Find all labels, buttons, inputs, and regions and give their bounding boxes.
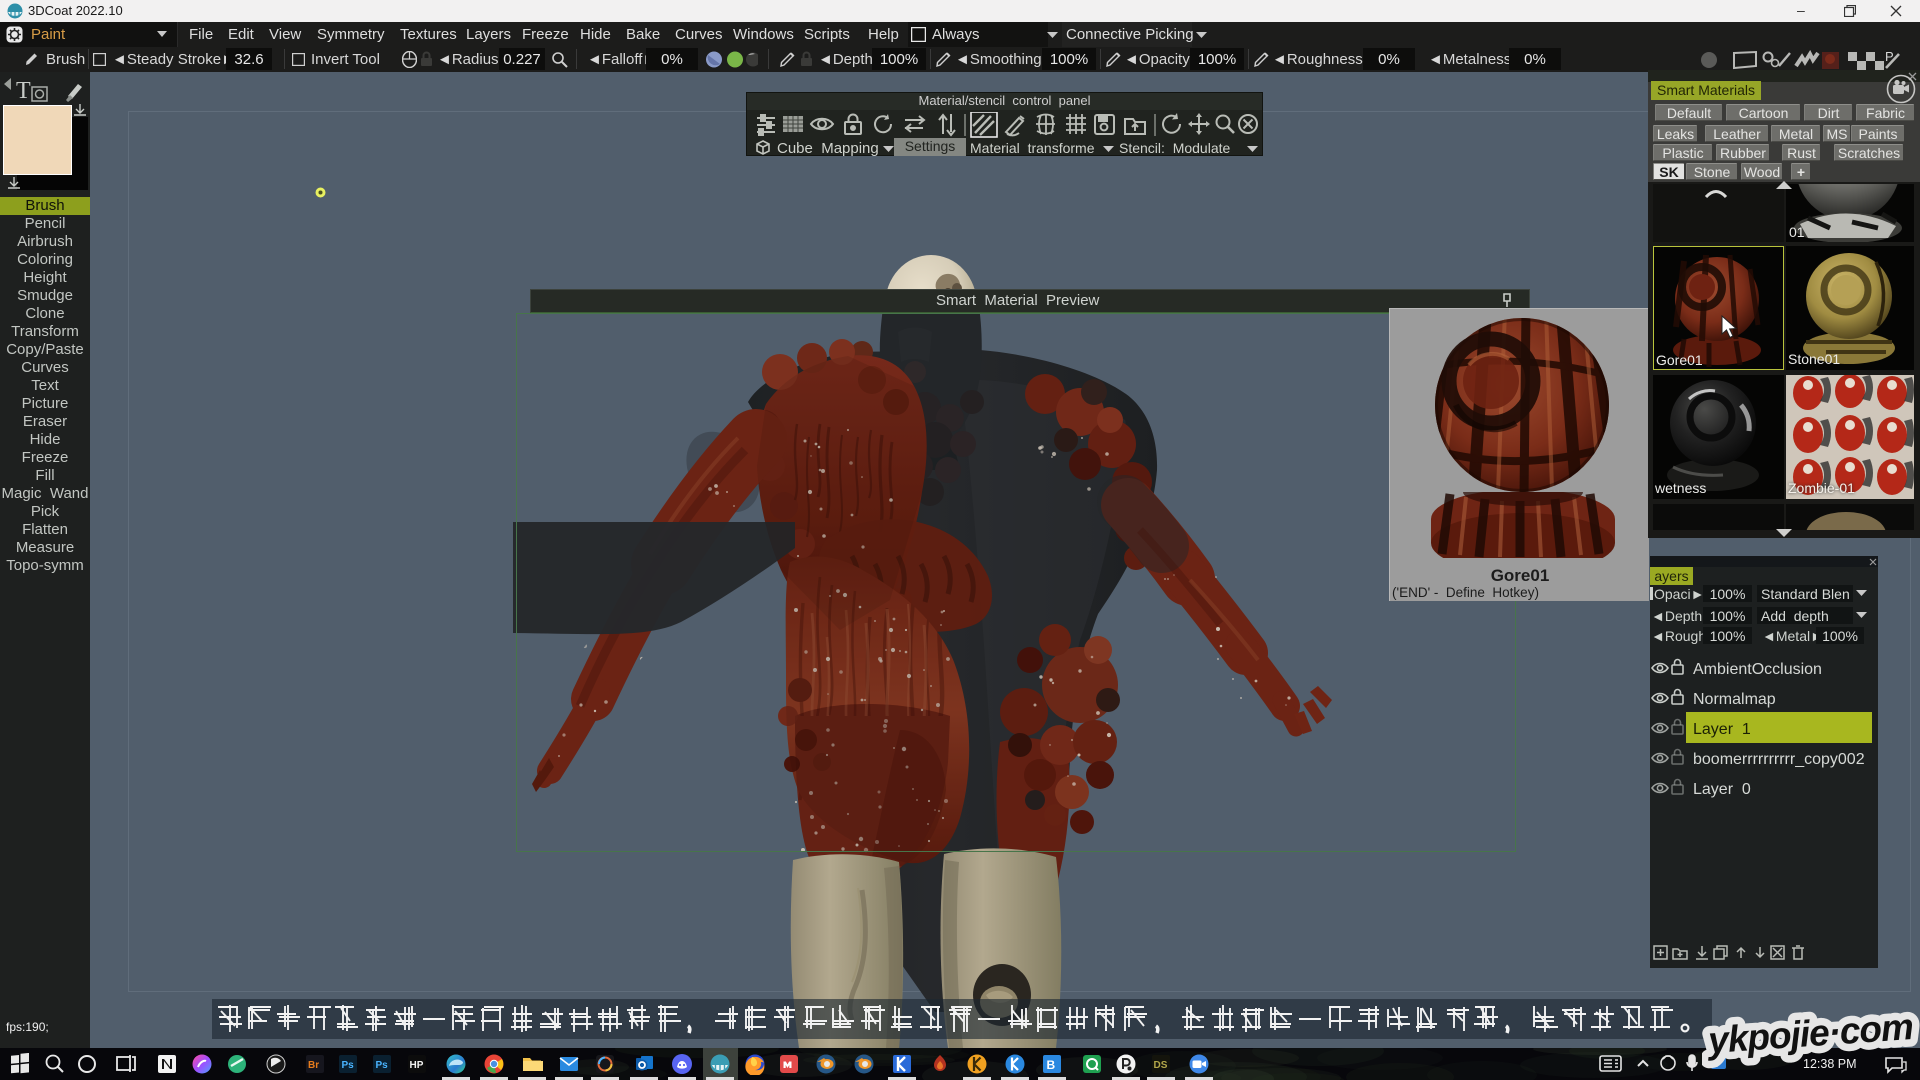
- svg-text:HP: HP: [410, 1060, 424, 1071]
- svg-text:B: B: [1047, 1058, 1056, 1072]
- svg-text:Br: Br: [308, 1060, 319, 1071]
- svg-text:Ps: Ps: [342, 1060, 355, 1071]
- svg-text:Ps: Ps: [376, 1060, 389, 1071]
- svg-text:DS: DS: [1154, 1060, 1168, 1071]
- svg-text:ykpojie·com: ykpojie·com: [1705, 1006, 1914, 1061]
- svg-text:T: T: [16, 78, 31, 104]
